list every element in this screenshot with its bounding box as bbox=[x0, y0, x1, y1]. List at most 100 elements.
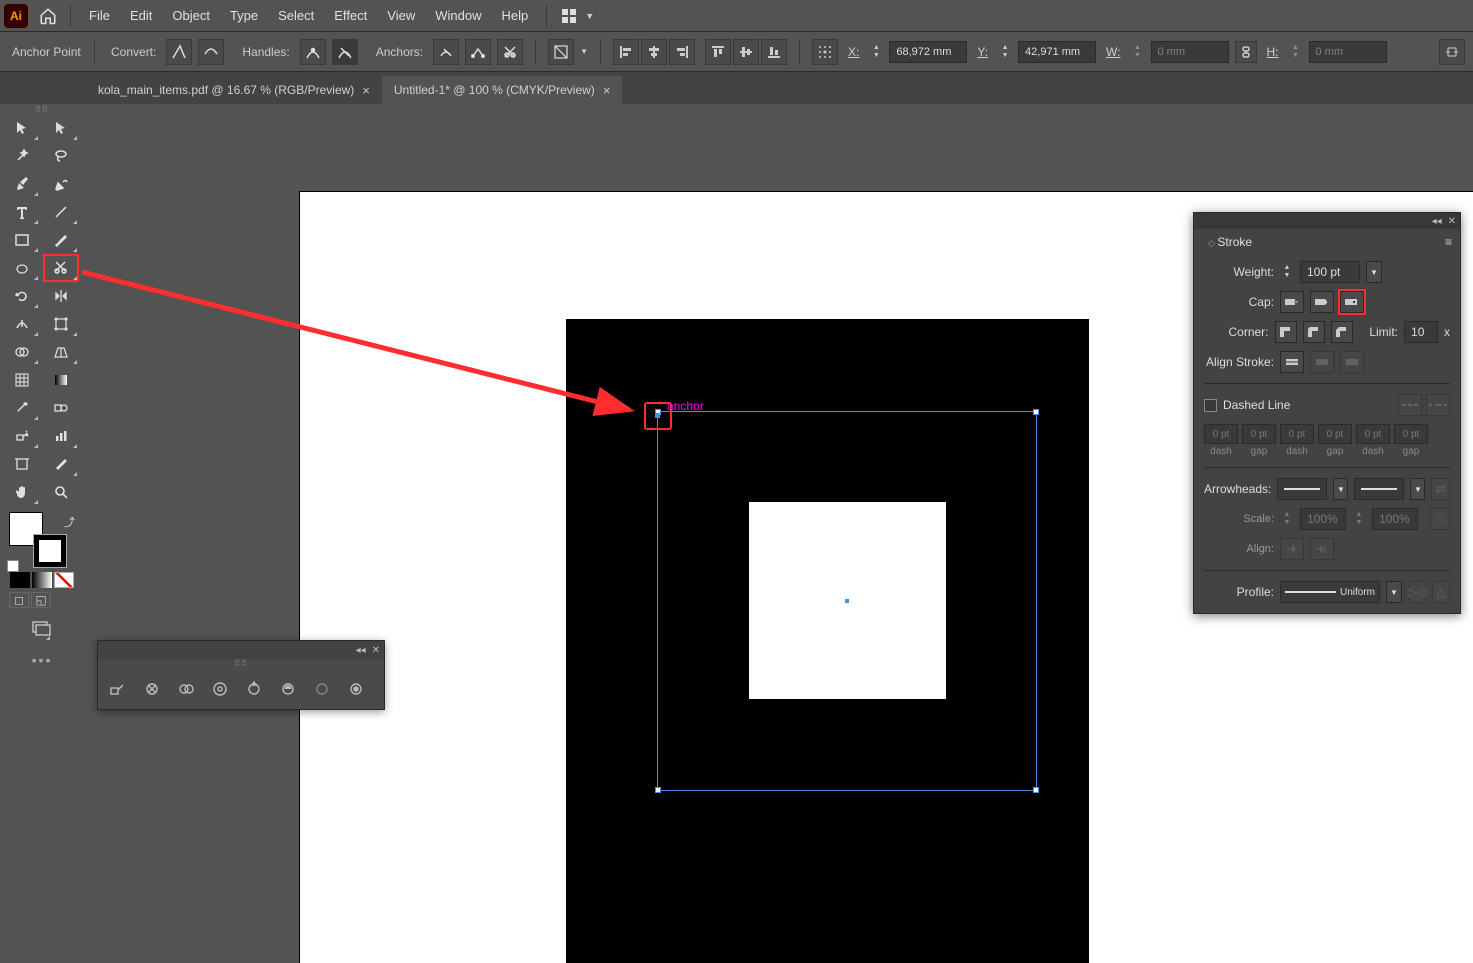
symbol-stainer-icon[interactable] bbox=[276, 677, 300, 701]
cap-butt-button[interactable] bbox=[1280, 291, 1304, 313]
align-top-button[interactable] bbox=[705, 39, 731, 65]
width-tool[interactable] bbox=[4, 310, 40, 338]
close-icon[interactable]: × bbox=[362, 83, 370, 98]
symbol-spinner-icon[interactable] bbox=[242, 677, 266, 701]
selection-tool[interactable] bbox=[4, 114, 40, 142]
paintbrush-tool[interactable] bbox=[43, 226, 79, 254]
cap-projecting-button[interactable] bbox=[1340, 291, 1364, 313]
close-icon[interactable]: ✕ bbox=[372, 645, 380, 656]
constrain-proportions-button[interactable] bbox=[1235, 41, 1257, 63]
weight-dropdown[interactable]: ▼ bbox=[1366, 261, 1382, 283]
menu-object[interactable]: Object bbox=[162, 4, 220, 27]
reflect-tool[interactable] bbox=[43, 282, 79, 310]
rectangle-tool[interactable] bbox=[4, 226, 40, 254]
shape-builder-tool[interactable] bbox=[4, 338, 40, 366]
menu-help[interactable]: Help bbox=[491, 4, 538, 27]
close-icon[interactable]: × bbox=[603, 83, 611, 98]
menu-window[interactable]: Window bbox=[425, 4, 491, 27]
corner-bevel-button[interactable] bbox=[1331, 321, 1353, 343]
x-stepper[interactable]: ▲▼ bbox=[869, 41, 883, 63]
menu-select[interactable]: Select bbox=[268, 4, 324, 27]
document-tab[interactable]: kola_main_items.pdf @ 16.67 % (RGB/Previ… bbox=[86, 76, 382, 104]
draw-normal-button[interactable]: ◻ bbox=[9, 592, 29, 608]
profile-dropdown[interactable]: ▼ bbox=[1386, 581, 1402, 603]
symbol-shifter-icon[interactable] bbox=[140, 677, 164, 701]
fill-stroke-swatch[interactable]: ⤴ bbox=[3, 510, 81, 570]
convert-smooth-button[interactable] bbox=[198, 39, 224, 65]
selection-handle[interactable] bbox=[1033, 787, 1039, 793]
align-right-button[interactable] bbox=[669, 39, 695, 65]
color-mode-none[interactable] bbox=[54, 572, 74, 588]
panel-collapse-icon[interactable]: ◂◂ bbox=[1432, 216, 1442, 227]
perspective-tool[interactable] bbox=[43, 338, 79, 366]
menu-edit[interactable]: Edit bbox=[120, 4, 162, 27]
corner-miter-button[interactable] bbox=[1275, 321, 1297, 343]
align-stroke-center-button[interactable] bbox=[1280, 351, 1304, 373]
weight-field[interactable]: 100 pt bbox=[1300, 261, 1360, 283]
selection-handle[interactable] bbox=[1033, 409, 1039, 415]
anchor-connect-button[interactable] bbox=[465, 39, 491, 65]
panel-collapse-icon[interactable]: ◂◂ bbox=[356, 645, 366, 656]
arrange-chevron-icon[interactable]: ▼ bbox=[585, 11, 594, 21]
menu-effect[interactable]: Effect bbox=[324, 4, 377, 27]
swap-fill-stroke-icon[interactable]: ⤴ bbox=[64, 514, 75, 530]
panel-grip[interactable]: ⠿⠿ bbox=[3, 104, 81, 114]
menu-view[interactable]: View bbox=[377, 4, 425, 27]
panel-menu-icon[interactable]: ≡ bbox=[1445, 235, 1452, 249]
rotate-tool[interactable] bbox=[4, 282, 40, 310]
arrange-documents-button[interactable] bbox=[555, 2, 583, 30]
color-mode-gradient[interactable] bbox=[32, 572, 52, 588]
close-icon[interactable]: ✕ bbox=[1448, 216, 1456, 227]
align-bottom-button[interactable] bbox=[761, 39, 787, 65]
stroke-swatch[interactable] bbox=[33, 534, 67, 568]
handles-show-button[interactable] bbox=[300, 39, 326, 65]
align-to-pixel-button[interactable] bbox=[1439, 39, 1465, 65]
x-field[interactable]: 68,972 mm bbox=[889, 41, 967, 63]
cap-round-button[interactable] bbox=[1310, 291, 1334, 313]
selection-handle[interactable] bbox=[655, 787, 661, 793]
magic-wand-tool[interactable] bbox=[4, 142, 40, 170]
draw-behind-button[interactable]: ◱ bbox=[31, 592, 51, 608]
type-tool[interactable] bbox=[4, 198, 40, 226]
lasso-tool[interactable] bbox=[43, 142, 79, 170]
align-vcenter-button[interactable] bbox=[733, 39, 759, 65]
reference-point-button[interactable] bbox=[812, 39, 838, 65]
symbol-scruncher-icon[interactable] bbox=[174, 677, 198, 701]
direct-selection-tool[interactable] bbox=[43, 114, 79, 142]
convert-corner-button[interactable] bbox=[166, 39, 192, 65]
y-stepper[interactable]: ▲▼ bbox=[998, 41, 1012, 63]
menu-file[interactable]: File bbox=[79, 4, 120, 27]
scissors-tool[interactable] bbox=[43, 254, 79, 282]
document-tab[interactable]: Untitled-1* @ 100 % (CMYK/Preview) × bbox=[382, 76, 623, 104]
gradient-tool[interactable] bbox=[43, 366, 79, 394]
line-tool[interactable] bbox=[43, 198, 79, 226]
menu-type[interactable]: Type bbox=[220, 4, 268, 27]
eyedropper-tool[interactable] bbox=[4, 394, 40, 422]
home-button[interactable] bbox=[34, 2, 62, 30]
curvature-tool[interactable] bbox=[43, 170, 79, 198]
arrowhead-end-select[interactable] bbox=[1354, 478, 1404, 500]
panel-grip[interactable]: ⠿⠿ bbox=[98, 659, 384, 669]
arrowhead-end-dropdown[interactable]: ▼ bbox=[1410, 478, 1425, 500]
stroke-tab[interactable]: ◇ Stroke bbox=[1202, 231, 1258, 253]
artboard-tool[interactable] bbox=[4, 450, 40, 478]
arrowhead-start-select[interactable] bbox=[1277, 478, 1327, 500]
mesh-tool[interactable] bbox=[4, 366, 40, 394]
align-left-button[interactable] bbox=[613, 39, 639, 65]
handles-hide-button[interactable] bbox=[332, 39, 358, 65]
screen-mode-button[interactable] bbox=[32, 614, 52, 642]
symbol-sprayer-tool[interactable] bbox=[4, 422, 40, 450]
graph-tool[interactable] bbox=[43, 422, 79, 450]
symbol-styler-icon[interactable] bbox=[344, 677, 368, 701]
symbol-sprayer-icon[interactable] bbox=[106, 677, 130, 701]
align-hcenter-button[interactable] bbox=[641, 39, 667, 65]
default-fill-stroke-icon[interactable] bbox=[7, 560, 19, 572]
symbol-sizer-icon[interactable] bbox=[208, 677, 232, 701]
arrowhead-start-dropdown[interactable]: ▼ bbox=[1333, 478, 1348, 500]
anchor-cut-button[interactable] bbox=[497, 39, 523, 65]
hand-tool[interactable] bbox=[4, 478, 40, 506]
blend-tool[interactable] bbox=[43, 394, 79, 422]
pen-tool[interactable] bbox=[4, 170, 40, 198]
shaper-tool[interactable] bbox=[4, 254, 40, 282]
weight-stepper[interactable]: ▲▼ bbox=[1280, 261, 1294, 283]
